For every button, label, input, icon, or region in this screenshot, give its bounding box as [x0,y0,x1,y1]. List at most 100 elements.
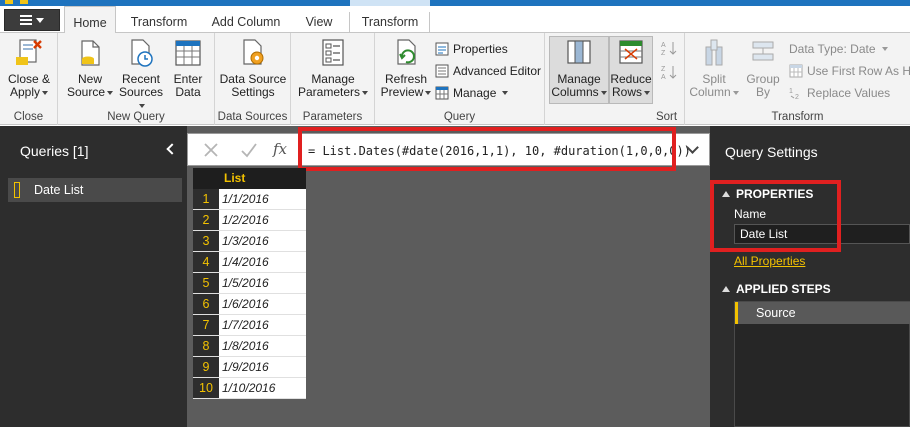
group-label-data-sources: Data Sources [217,111,288,123]
cell-value[interactable]: 1/1/2016 [219,189,306,209]
query-item-date-list[interactable]: Date List [8,178,182,202]
list-icon [14,182,20,198]
cell-value[interactable]: 1/6/2016 [219,294,306,314]
svg-text:A: A [661,74,666,80]
recent-sources-button[interactable]: Recent Sources [116,37,166,112]
rows-icon [616,37,646,69]
row-number: 2 [193,210,219,230]
query-item-label: Date List [34,183,84,197]
table-row[interactable]: 8 1/8/2016 [193,336,306,357]
row-number: 8 [193,336,219,356]
data-type-dropdown[interactable]: Data Type: Date [789,40,888,58]
collapse-pane-icon[interactable] [166,143,178,155]
group-query: Refresh Preview Properties Advanced Edit… [375,33,545,125]
quick-access-save-icon[interactable] [20,0,28,4]
group-label-sort: Sort [655,111,678,123]
chevron-down-icon [644,90,650,95]
manage-parameters-button[interactable]: Manage Parameters [295,37,371,99]
sort-ascending-icon: AZ [661,42,677,56]
chevron-down-icon [881,47,888,51]
tab-view[interactable]: View [296,6,342,33]
tab-home[interactable]: Home [64,6,116,34]
table-row[interactable]: 2 1/2/2016 [193,210,306,231]
new-source-label-2: Source [66,85,106,99]
cell-value[interactable]: 1/8/2016 [219,336,306,356]
table-row[interactable]: 5 1/5/2016 [193,273,306,294]
chevron-down-icon [362,90,369,95]
table-row[interactable]: 9 1/9/2016 [193,357,306,378]
reduce-rows-label-2: Rows [611,85,642,99]
close-apply-button[interactable]: Close & Apply [6,37,52,99]
table-row[interactable]: 7 1/7/2016 [193,315,306,336]
row-number: 9 [193,357,219,377]
cell-value[interactable]: 1/5/2016 [219,273,306,293]
table-row[interactable]: 1 1/1/2016 [193,189,306,210]
column-header-list[interactable]: List [219,168,306,189]
table-row[interactable]: 10 1/10/2016 [193,378,306,399]
cell-value[interactable]: 1/9/2016 [219,357,306,377]
use-first-row-button[interactable]: Use First Row As He [789,62,910,80]
manage-query-button[interactable]: Manage [435,84,509,102]
properties-icon [435,42,449,56]
group-transform: Split Column Group By Data Type: Date Us… [685,33,910,125]
quick-access-icon[interactable] [5,0,13,4]
chevron-down-icon [36,17,44,23]
use-first-row-label: Use First Row As He [807,64,910,78]
cell-value[interactable]: 1/7/2016 [219,315,306,335]
sort-descending-icon: ZA [661,66,677,80]
group-sort: AZ ZA Sort [653,33,685,125]
manage-query-label: Manage [453,86,497,100]
refresh-preview-button[interactable]: Refresh Preview [378,37,434,99]
manage-columns-button[interactable]: Manage Columns [550,37,608,99]
reduce-rows-button[interactable]: Reduce Rows [609,37,653,99]
applied-step-source[interactable]: Source [735,302,910,324]
table-row[interactable]: 6 1/6/2016 [193,294,306,315]
ribbon-tab-row: Home Transform Add Column View Transform [0,6,910,39]
cell-value[interactable]: 1/3/2016 [219,231,306,251]
split-column-button[interactable]: Split Column [689,37,739,99]
cell-value[interactable]: 1/2/2016 [219,210,306,230]
group-label-close: Close [13,111,44,123]
all-properties-link[interactable]: All Properties [734,254,805,268]
group-by-button[interactable]: Group By [741,37,785,99]
advanced-editor-button[interactable]: Advanced Editor [435,62,541,80]
cancel-icon[interactable] [202,141,220,159]
recent-sources-label-2: Sources [118,85,164,99]
row-number: 10 [193,378,219,398]
properties-button[interactable]: Properties [435,40,508,58]
cell-value[interactable]: 1/4/2016 [219,252,306,272]
query-settings-pane: Query Settings PROPERTIES Name Date List… [710,126,910,427]
svg-text:Z: Z [661,50,666,56]
row-number-header[interactable] [193,168,219,189]
refresh-icon [391,37,421,69]
close-apply-label-2: Apply [9,85,41,99]
group-parameters: Manage Parameters Parameters [291,33,375,125]
group-label-transform: Transform [771,111,824,123]
check-icon[interactable] [240,141,258,159]
group-by-icon [748,37,778,69]
file-menu-button[interactable] [4,9,60,31]
chevron-down-icon [502,91,509,95]
tab-context-transform[interactable]: Transform [350,6,430,33]
fx-icon[interactable]: fx [273,140,287,158]
enter-data-button[interactable]: Enter Data [168,37,208,99]
data-source-settings-button[interactable]: Data Source Settings [218,37,288,99]
svg-text:A: A [661,42,666,49]
table-row[interactable]: 3 1/3/2016 [193,231,306,252]
sort-ascending-button[interactable]: AZ [661,39,677,57]
sort-descending-button[interactable]: ZA [661,63,677,81]
cell-value[interactable]: 1/10/2016 [219,378,306,398]
row-number: 5 [193,273,219,293]
group-label-new-query: New Query [107,111,165,123]
applied-steps-section-header[interactable]: APPLIED STEPS [722,282,831,296]
tab-transform[interactable]: Transform [124,6,194,33]
refresh-preview-label-2: Preview [380,85,424,99]
data-preview-area: fx = List.Dates(#date(2016,1,1), 10, #du… [187,126,710,427]
chevron-down-icon [425,90,432,95]
enter-data-label-2: Data [175,85,201,99]
replace-values-button[interactable]: 12 Replace Values [789,84,890,102]
split-column-icon [699,37,729,69]
new-source-button[interactable]: New Source [66,37,114,99]
tab-add-column[interactable]: Add Column [204,6,288,33]
table-row[interactable]: 4 1/4/2016 [193,252,306,273]
